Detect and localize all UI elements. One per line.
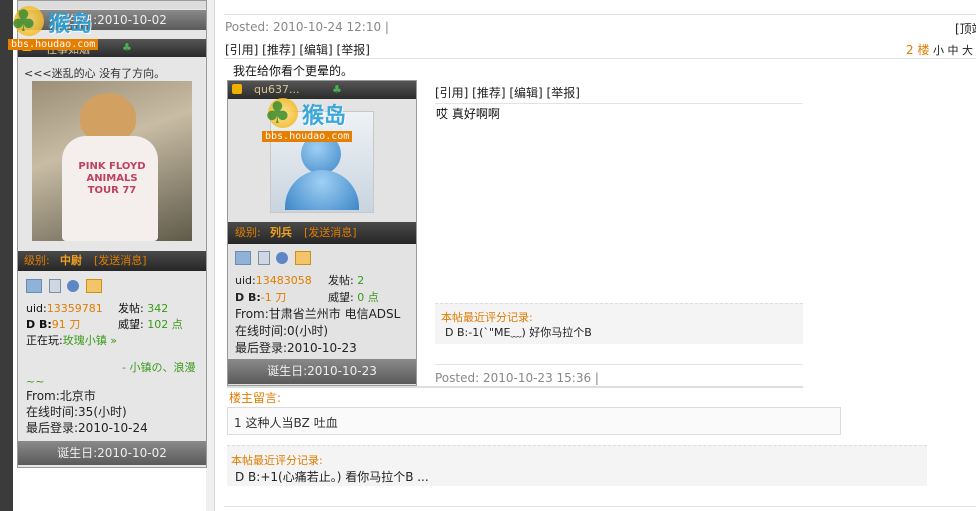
avatar-hair [80, 93, 136, 141]
left-border [0, 0, 13, 511]
prestige-label: 威望: [328, 291, 354, 304]
profile-card-icon[interactable] [235, 251, 251, 265]
font-size-switcher[interactable]: 小 中 大 [933, 42, 973, 58]
profile-card-icon[interactable] [26, 279, 42, 293]
quoted-bottom-divider [435, 364, 803, 365]
quoted-birthday-bar: 诞生日:2010-10-23 [228, 359, 416, 384]
prestige-value: 0 点 [357, 291, 379, 304]
owner-note-box: 1 这种人当BZ 吐血 [227, 407, 841, 435]
level-bar: 级别: 中尉 [发送消息] [18, 251, 206, 271]
quoted-post-content: 哎 真好啊啊 [436, 107, 500, 121]
uid-value: 13359781 [46, 302, 103, 315]
from-location: From:甘肃省兰州市 电信ADSL [235, 307, 401, 321]
site-logo-watermark-2: ♣ 猴岛 bbs.houdao.com [262, 94, 380, 142]
quoted-stats: uid:13483058 D B:-1 刀 [235, 272, 312, 306]
site-logo-watermark: ♣ 猴岛 bbs.houdao.com [8, 2, 126, 50]
rating-title: 本帖最近评分记录: [231, 454, 323, 467]
db-label: D B: [235, 291, 261, 304]
post-actions[interactable]: [引用] [推荐] [编辑] [举报] [225, 41, 370, 58]
quoted-level-bar: 级别: 列兵 [发送消息] [228, 222, 416, 244]
motto-tilde: ~~ [26, 375, 45, 388]
level-label: 级别: [235, 226, 261, 239]
posts-label: 发帖: [118, 302, 144, 315]
db-label: D B: [26, 318, 52, 331]
prestige-label: 威望: [118, 318, 144, 331]
playing-link[interactable]: 玫瑰小镇 » [63, 334, 117, 347]
user-signature: <<<迷乱的心 没有了方向。 [24, 67, 166, 79]
top-link[interactable]: [顶端 [955, 20, 976, 37]
posts-value: 2 [357, 274, 365, 287]
quoted-post-timestamp: Posted: 2010-10-23 15:36 | [435, 371, 599, 385]
floor-number: 2 楼 [906, 43, 930, 57]
palm-tree-icon: ♣ [10, 4, 37, 39]
post-timestamp: Posted: 2010-10-24 12:10 | [225, 20, 389, 34]
send-message-link[interactable]: [发送消息] [94, 251, 147, 271]
uid-value: 13483058 [255, 274, 312, 287]
post-content: 我在给你看个更晕的。 [233, 64, 354, 78]
quoted-profile-info: From:甘肃省兰州市 电信ADSL 在线时间:0(小时) 最后登录:2010-… [235, 306, 400, 357]
palm-tree-icon: ♣ [264, 96, 291, 131]
document-icon[interactable] [257, 251, 270, 265]
message-icon[interactable] [85, 279, 102, 293]
logo-title: 猴岛 [302, 104, 347, 129]
profile-action-icons [26, 279, 105, 293]
level-value: 列兵 [270, 226, 292, 239]
avatar[interactable]: PINK FLOYD ANIMALS TOUR 77 [32, 81, 192, 241]
stats-block: uid:13359781 D B:91 刀 正在玩:玫瑰小镇 » [26, 301, 117, 349]
birthday-bar: 诞生日:2010-10-02 [18, 441, 206, 465]
column-divider [214, 0, 215, 511]
logo-title: 猴岛 [48, 12, 93, 37]
from-location: From:北京市 [26, 389, 96, 403]
message-icon[interactable] [294, 251, 311, 265]
playing-label: 正在玩: [26, 334, 63, 347]
quote-end-divider [227, 386, 803, 388]
online-time: 在线时间:0(小时) [235, 324, 329, 338]
rating-title: 本帖最近评分记录: [441, 311, 533, 324]
avatar-shirt-print: PINK FLOYD ANIMALS TOUR 77 [78, 161, 146, 196]
avatar-body [285, 170, 359, 210]
uid-label: uid: [26, 302, 47, 315]
user-profile-card: 诞生日:2010-10-02 往事如烟 ♣ <<<迷乱的心 没有了方向。 PIN… [17, 0, 207, 468]
user-motto: - 小镇の、浪漫 [122, 361, 196, 374]
online-time: 在线时间:35(小时) [26, 405, 127, 419]
prestige-value: 102 点 [147, 318, 183, 331]
quoted-divider [435, 103, 803, 104]
profile-info: From:北京市 在线时间:35(小时) 最后登录:2010-10-24 [26, 388, 148, 436]
quoted-stats-right: 发帖: 2 威望: 0 点 [328, 272, 379, 306]
post-divider-top [224, 14, 976, 15]
quoted-action-icons [235, 251, 314, 265]
logo-url: bbs.houdao.com [262, 131, 353, 142]
quoted-rating-box: 本帖最近评分记录: D B:-1(`"ME﹏) 好你马拉个B [435, 303, 803, 344]
last-login: 最后登录:2010-10-24 [26, 421, 148, 435]
post-divider [224, 58, 976, 59]
posts-value: 342 [147, 302, 169, 315]
send-message-link[interactable]: [发送消息] [304, 222, 357, 244]
owner-note-text: 1 这种人当BZ 吐血 [234, 416, 338, 430]
db-value: 91 刀 [51, 318, 81, 331]
level-label: 级别: [24, 254, 50, 267]
add-friend-icon[interactable] [276, 252, 288, 264]
post-rating-box: 本帖最近评分记录: D B:+1(心痛若止。) 看你马拉个B ... [227, 445, 927, 486]
add-friend-icon[interactable] [67, 280, 79, 292]
posts-label: 发帖: [328, 274, 354, 287]
rating-text: D B:-1(`"ME﹏) 好你马拉个B [445, 326, 592, 339]
stats-block-right: 发帖: 342 威望: 102 点 [118, 301, 183, 333]
owner-note-title: 楼主留言: [229, 391, 282, 405]
arrow-down-icon[interactable] [232, 84, 242, 94]
quoted-post-actions[interactable]: [引用] [推荐] [编辑] [举报] [435, 84, 580, 101]
rating-text: D B:+1(心痛若止。) 看你马拉个B ... [235, 470, 429, 484]
level-value: 中尉 [60, 254, 82, 267]
uid-label: uid: [235, 274, 256, 287]
column-gutter [206, 0, 214, 511]
last-login: 最后登录:2010-10-23 [235, 341, 357, 355]
db-value: -1 刀 [260, 291, 287, 304]
post-divider-bottom [224, 506, 976, 507]
document-icon[interactable] [48, 279, 61, 293]
logo-url: bbs.houdao.com [8, 39, 99, 50]
